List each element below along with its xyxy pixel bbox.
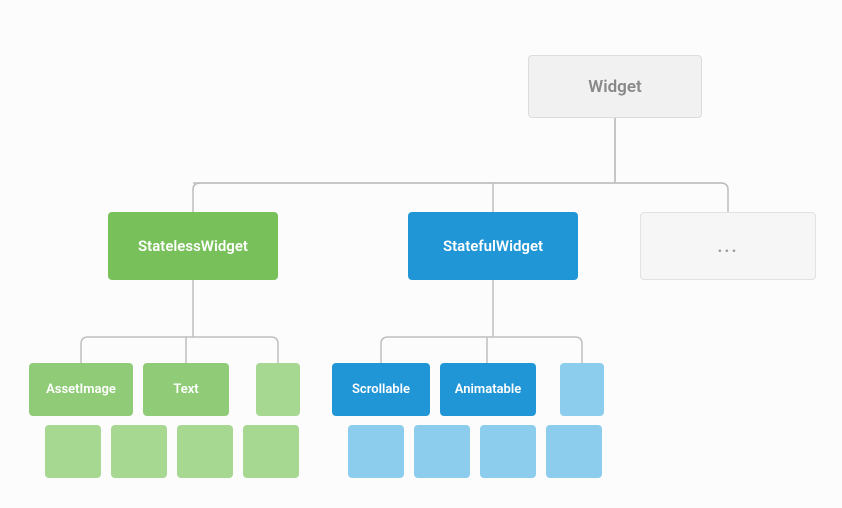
node-placeholder-green [177, 425, 233, 478]
node-label: ... [717, 236, 738, 257]
node-placeholder-blue [546, 425, 602, 478]
node-animatable: Animatable [440, 363, 536, 416]
node-asset-image: AssetImage [29, 363, 133, 416]
node-placeholder-blue [348, 425, 404, 478]
node-stateful-more [560, 363, 604, 416]
node-placeholder-green [111, 425, 167, 478]
node-more: ... [640, 212, 816, 280]
node-label: StatelessWidget [138, 237, 248, 255]
node-widget-root: Widget [528, 55, 702, 118]
node-label: StatefulWidget [443, 237, 543, 255]
node-placeholder-blue [414, 425, 470, 478]
node-placeholder-blue [480, 425, 536, 478]
node-label: Widget [588, 77, 641, 97]
node-stateless-widget: StatelessWidget [108, 212, 278, 280]
node-stateful-widget: StatefulWidget [408, 212, 578, 280]
node-label: AssetImage [46, 382, 116, 397]
node-label: Animatable [455, 382, 521, 397]
node-label: Scrollable [352, 382, 410, 397]
node-placeholder-green [243, 425, 299, 478]
node-label: Text [173, 382, 198, 397]
node-placeholder-green [45, 425, 101, 478]
node-text: Text [143, 363, 229, 416]
node-stateless-more [256, 363, 300, 416]
node-scrollable: Scrollable [332, 363, 430, 416]
